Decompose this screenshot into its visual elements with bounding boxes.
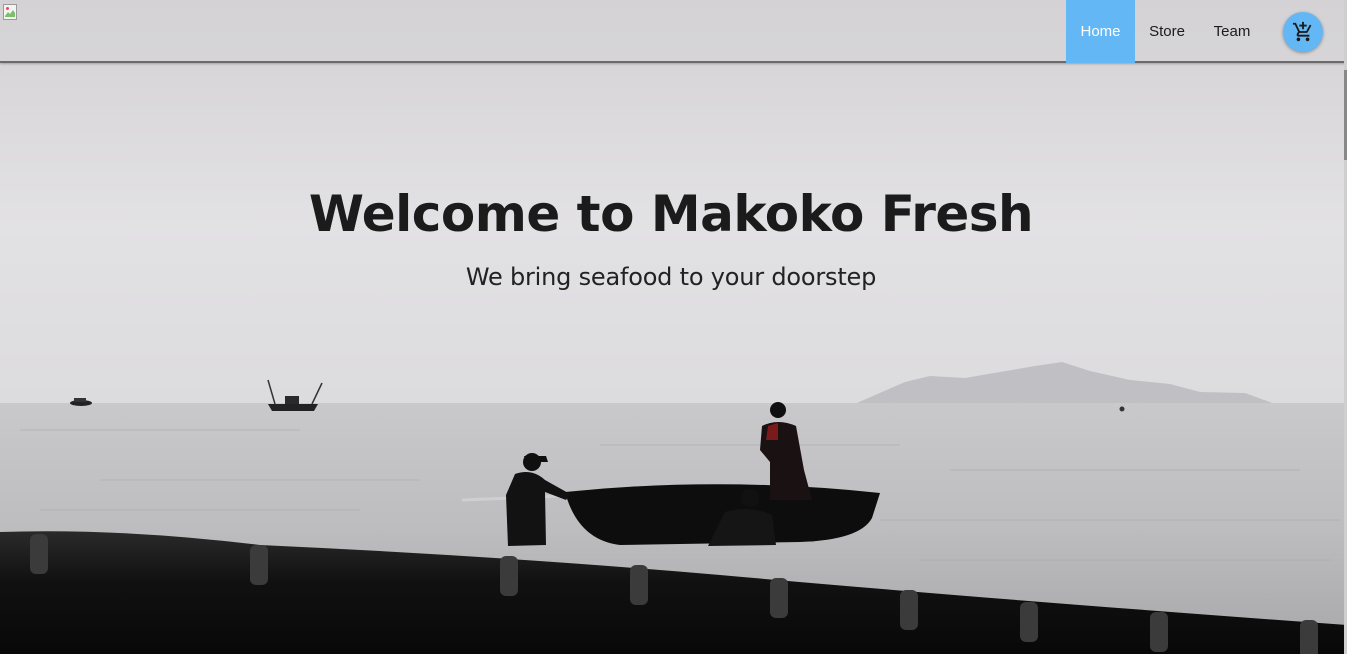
nav-links: Home Store Team: [1066, 0, 1347, 63]
hero-title: Welcome to Makoko Fresh: [308, 185, 1034, 243]
nav-home-link[interactable]: Home: [1066, 0, 1135, 63]
add-shopping-cart-icon: [1292, 21, 1312, 41]
nav-store-link[interactable]: Store: [1135, 0, 1199, 63]
navbar: Home Store Team: [0, 0, 1347, 63]
page: Home Store Team Welcome to Makoko Fresh …: [0, 0, 1347, 654]
hero-background-image: [0, 0, 1347, 654]
nav-team-link[interactable]: Team: [1199, 0, 1265, 63]
hero-subtitle: We bring seafood to your doorstep: [465, 263, 877, 291]
broken-image-icon[interactable]: [3, 4, 19, 20]
hero-text: Welcome to Makoko Fresh We bring seafood…: [0, 185, 1342, 291]
cart-wrapper: [1265, 0, 1347, 63]
cart-button[interactable]: [1283, 11, 1323, 52]
